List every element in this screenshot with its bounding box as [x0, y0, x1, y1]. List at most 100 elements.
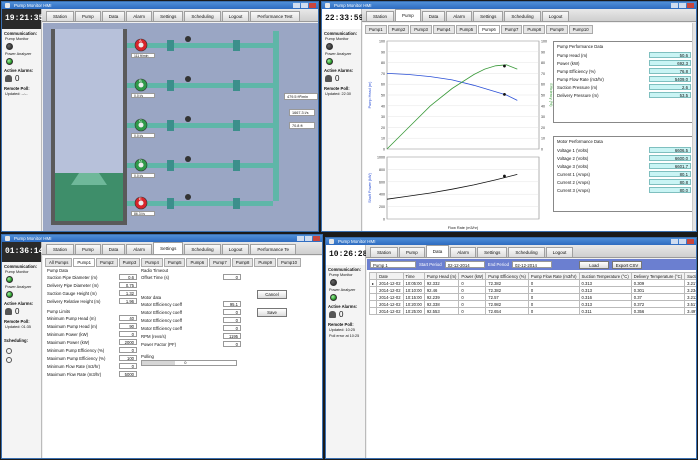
window-controls[interactable] — [297, 236, 320, 241]
maximize-icon[interactable] — [679, 3, 686, 8]
table-row[interactable]: 2014-12-02 10:15:00 92.239 0 72.57 0 0.316 0.37… — [368, 293, 696, 301]
tab-alarm[interactable]: Alarm — [126, 11, 153, 21]
valve-icon[interactable] — [167, 120, 174, 131]
pump_limits-input[interactable]: 40 — [119, 315, 137, 321]
pump_limits-input[interactable]: 90 — [119, 323, 137, 329]
tab-scheduling[interactable]: Scheduling — [184, 11, 221, 21]
maximize-icon[interactable] — [301, 3, 308, 8]
settings-tab-7[interactable]: Pump7 — [209, 258, 231, 267]
save-button[interactable]: Save — [257, 308, 287, 317]
tab-performance-test[interactable]: Performance Test — [250, 11, 300, 21]
motor-input[interactable]: 0 — [223, 325, 241, 331]
tab-station[interactable]: Station — [370, 247, 399, 257]
pump_limits-input[interactable]: 100 — [119, 355, 137, 361]
window-controls[interactable] — [293, 3, 316, 8]
export-csv-button[interactable]: Export CSV — [611, 260, 642, 269]
tab-alarm[interactable]: Alarm — [450, 247, 477, 257]
tab-settings[interactable]: Settings — [153, 242, 184, 254]
pump_data-input[interactable]: 0.75 — [119, 282, 137, 288]
pump-tab-4[interactable]: Pump4 — [432, 25, 455, 34]
tab-alarm[interactable]: Alarm — [126, 244, 153, 254]
close-icon[interactable] — [309, 3, 316, 8]
tab-pump[interactable]: Pump — [399, 247, 425, 257]
tab-logout[interactable]: Logout — [221, 244, 250, 254]
pump-tab-1[interactable]: Pump1 — [365, 25, 387, 34]
minimize-icon[interactable] — [293, 3, 300, 8]
pump-tab-5[interactable]: Pump5 — [455, 25, 478, 34]
radio-offset-input[interactable]: 0 — [223, 274, 241, 280]
valve-icon[interactable] — [167, 80, 174, 91]
tab-settings[interactable]: Settings — [153, 11, 184, 21]
table-row[interactable]: 2014-12-02 10:25:00 92.553 0 72.654 0 0.311 0.3… — [368, 307, 696, 315]
window-controls[interactable] — [671, 239, 694, 244]
column-header[interactable]: Pump Flow Rate (m3/hr) — [527, 272, 580, 280]
valve-icon[interactable] — [167, 40, 174, 51]
tab-logout[interactable]: Logout — [545, 247, 574, 257]
pump-tab-2[interactable]: Pump2 — [387, 25, 410, 34]
valve-icon[interactable] — [167, 160, 174, 171]
tab-data[interactable]: Data — [101, 244, 126, 254]
pump-tab-7[interactable]: Pump7 — [500, 25, 523, 34]
tab-pump[interactable]: Pump — [395, 9, 421, 21]
column-header[interactable]: Suction pressure (m) — [684, 272, 696, 280]
end-period-input[interactable]: 02-12-2014 — [511, 261, 552, 268]
column-header[interactable]: Pump Efficiency (%) — [485, 272, 529, 280]
pump_data-input[interactable]: 1.96 — [119, 298, 137, 304]
settings-tab-3[interactable]: Pump3 — [118, 258, 141, 267]
table-row[interactable]: 2014-12-02 10:20:00 92.338 0 72.982 0 0.313 0.3… — [368, 300, 696, 308]
valve-icon[interactable] — [233, 40, 240, 51]
settings-tab-1[interactable]: Pump1 — [73, 258, 95, 267]
column-header[interactable]: Date — [376, 272, 404, 280]
settings-tab-0[interactable]: All Pumps — [45, 258, 73, 267]
minimize-icon[interactable] — [671, 3, 678, 8]
minimize-icon[interactable] — [297, 236, 304, 241]
settings-tab-8[interactable]: Pump8 — [231, 258, 254, 267]
tab-station[interactable]: Station — [46, 244, 75, 254]
pump_limits-input[interactable]: 5000 — [119, 371, 137, 377]
column-header[interactable]: Power (kW) — [458, 272, 487, 280]
tab-settings[interactable]: Settings — [473, 11, 504, 21]
column-header[interactable]: Delivery Temperature (°C) — [630, 272, 686, 280]
maximize-icon[interactable] — [679, 239, 686, 244]
tab-scheduling[interactable]: Scheduling — [184, 244, 221, 254]
close-icon[interactable] — [313, 236, 320, 241]
tab-logout[interactable]: Logout — [221, 11, 250, 21]
tab-logout[interactable]: Logout — [541, 11, 570, 21]
start-period-input[interactable]: 02-12-2014 — [444, 261, 485, 268]
pump-select[interactable]: Pump 1 — [370, 261, 416, 268]
cancel-button[interactable]: Cancel — [257, 290, 287, 299]
pump-tab-8[interactable]: Pump8 — [523, 25, 545, 34]
tab-station[interactable]: Station — [366, 11, 395, 21]
valve-icon[interactable] — [233, 80, 240, 91]
valve-icon[interactable] — [167, 198, 174, 209]
pump-tab-6[interactable]: Pump6 — [478, 25, 500, 34]
tab-alarm[interactable]: Alarm — [446, 11, 473, 21]
tab-station[interactable]: Station — [46, 11, 75, 21]
motor-input[interactable]: 0 — [223, 341, 241, 347]
column-header[interactable]: Time — [402, 272, 425, 280]
settings-tab-6[interactable]: Pump6 — [186, 258, 209, 267]
settings-tab-2[interactable]: Pump2 — [95, 258, 118, 267]
pump_limits-input[interactable]: 0 — [119, 363, 137, 369]
tab-settings[interactable]: Settings — [477, 247, 508, 257]
pump_limits-input[interactable]: 0 — [119, 331, 137, 337]
motor-input[interactable]: 0 — [223, 317, 241, 323]
maximize-icon[interactable] — [305, 236, 312, 241]
tab-data[interactable]: Data — [101, 11, 126, 21]
tab-pump[interactable]: Pump — [75, 11, 101, 21]
scrollbar[interactable] — [692, 23, 696, 231]
settings-tab-4[interactable]: Pump4 — [141, 258, 163, 267]
pump_limits-input[interactable]: 0 — [119, 347, 137, 353]
motor-input[interactable]: 0 — [223, 309, 241, 315]
column-header[interactable]: Suction Temperature (°C) — [578, 272, 632, 280]
column-header[interactable]: Pump Head (m) — [423, 272, 460, 280]
tab-pump[interactable]: Pump — [75, 244, 101, 254]
motor-input[interactable]: 95.1 — [223, 301, 241, 307]
motor-input[interactable]: 1195 — [223, 333, 241, 339]
table-row[interactable]: 2014-12-02 10:10:00 92.46 0 72.382 0 0.313 0.30… — [368, 286, 696, 294]
settings-tab-10[interactable]: Pump10 — [276, 258, 301, 267]
close-icon[interactable] — [687, 3, 694, 8]
tab-performance-test[interactable]: Performance Te — [250, 244, 297, 254]
pump_data-input[interactable]: 1.32 — [119, 290, 137, 296]
valve-icon[interactable] — [233, 198, 240, 209]
